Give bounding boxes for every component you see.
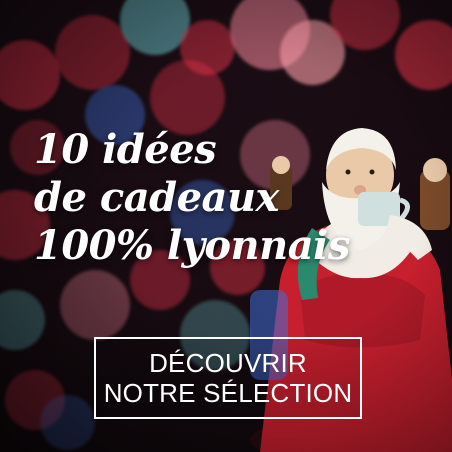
bokeh-light	[0, 40, 60, 110]
bokeh-light	[395, 20, 452, 90]
bokeh-light	[60, 270, 130, 340]
cta-line-2: NOTRE SÉLECTION	[103, 378, 353, 408]
promo-banner[interactable]: 10 idées de cadeaux 100% lyonnais DÉCOUV…	[0, 0, 452, 452]
headline-line-1: 10 idées	[34, 126, 217, 173]
discover-selection-button[interactable]: DÉCOUVRIR NOTRE SÉLECTION	[94, 337, 362, 419]
headline-line-2: de cadeaux	[34, 174, 279, 221]
cta-line-1: DÉCOUVRIR	[149, 348, 307, 378]
headline: 10 idées de cadeaux 100% lyonnais	[34, 126, 350, 270]
bokeh-light	[150, 60, 225, 135]
bokeh-light	[55, 15, 130, 90]
headline-line-3: 100% lyonnais	[34, 222, 350, 269]
bokeh-light	[0, 290, 45, 350]
bokeh-light	[40, 395, 95, 450]
